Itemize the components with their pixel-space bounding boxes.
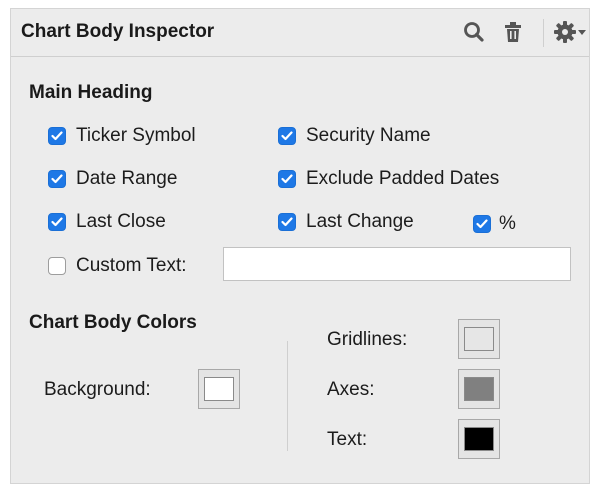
chevron-down-icon[interactable] <box>577 29 587 37</box>
exclude-padded-dates-option[interactable]: Exclude Padded Dates <box>278 168 538 190</box>
checkmark-icon <box>281 174 293 184</box>
panel-title: Chart Body Inspector <box>21 21 215 42</box>
last-change-checkbox[interactable] <box>278 213 296 231</box>
custom-text-checkbox[interactable] <box>48 257 66 275</box>
inspector-panel: Chart Body Inspector Main Heading Ticker… <box>10 8 590 484</box>
ticker-symbol-checkbox[interactable] <box>48 127 66 145</box>
trash-icon[interactable] <box>503 20 523 44</box>
percent-label: % <box>499 213 516 234</box>
custom-text-option[interactable]: Custom Text: <box>48 255 187 277</box>
background-color-well[interactable] <box>198 369 240 409</box>
ticker-symbol-label: Ticker Symbol <box>76 125 196 146</box>
gridlines-label: Gridlines: <box>327 329 408 350</box>
checkmark-icon <box>51 131 63 141</box>
chart-body-colors-title: Chart Body Colors <box>29 312 197 333</box>
main-heading-title: Main Heading <box>29 82 153 103</box>
header-separator <box>543 19 544 47</box>
background-label: Background: <box>44 379 151 400</box>
gridlines-color-swatch <box>464 327 494 351</box>
custom-text-input[interactable] <box>223 247 571 281</box>
checkmark-icon <box>281 131 293 141</box>
checkmark-icon <box>281 217 293 227</box>
last-close-label: Last Close <box>76 211 166 232</box>
text-color-label: Text: <box>327 429 368 450</box>
panel-header: Chart Body Inspector <box>11 9 589 57</box>
exclude-padded-dates-checkbox[interactable] <box>278 170 296 188</box>
percent-option[interactable]: % <box>473 213 516 235</box>
axes-label: Axes: <box>327 379 375 400</box>
last-change-option[interactable]: Last Change <box>278 211 414 233</box>
exclude-padded-dates-label: Exclude Padded Dates <box>306 168 500 189</box>
gridlines-color-well[interactable] <box>458 319 500 359</box>
last-change-label: Last Change <box>306 211 414 232</box>
axes-color-swatch <box>464 377 494 401</box>
date-range-label: Date Range <box>76 168 178 189</box>
background-color-swatch <box>204 377 234 401</box>
checkmark-icon <box>476 219 488 229</box>
text-color-swatch <box>464 427 494 451</box>
last-close-checkbox[interactable] <box>48 213 66 231</box>
checkmark-icon <box>51 217 63 227</box>
axes-color-well[interactable] <box>458 369 500 409</box>
gear-icon[interactable] <box>553 20 577 44</box>
text-color-well[interactable] <box>458 419 500 459</box>
colors-divider <box>287 341 288 451</box>
security-name-label: Security Name <box>306 125 431 146</box>
custom-text-label: Custom Text: <box>76 255 187 276</box>
percent-checkbox[interactable] <box>473 215 491 233</box>
search-icon[interactable] <box>463 20 485 44</box>
security-name-option[interactable]: Security Name <box>278 125 431 147</box>
security-name-checkbox[interactable] <box>278 127 296 145</box>
checkmark-icon <box>51 174 63 184</box>
date-range-option[interactable]: Date Range <box>48 168 177 190</box>
last-close-option[interactable]: Last Close <box>48 211 166 233</box>
date-range-checkbox[interactable] <box>48 170 66 188</box>
ticker-symbol-option[interactable]: Ticker Symbol <box>48 125 196 147</box>
